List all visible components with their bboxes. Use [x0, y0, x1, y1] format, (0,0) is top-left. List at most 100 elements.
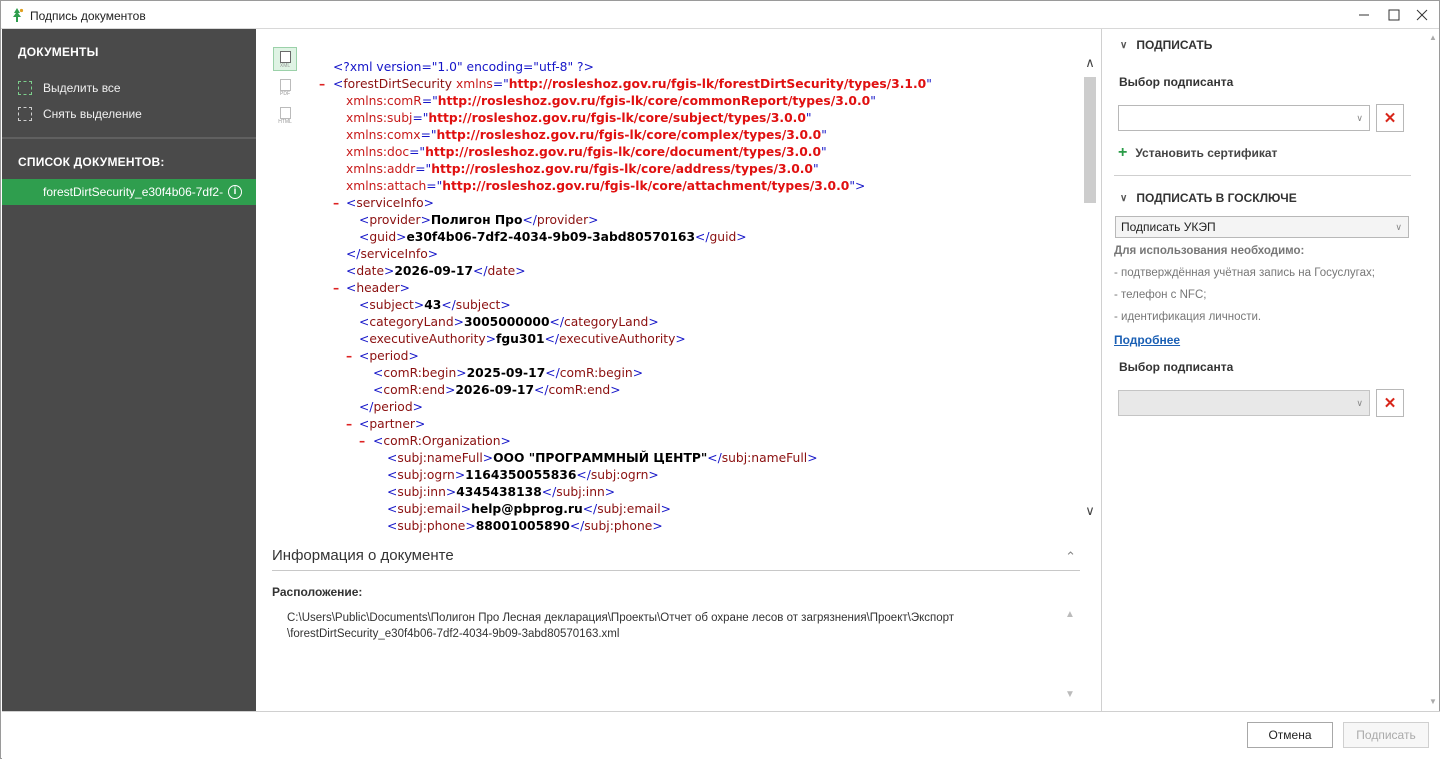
tab-xml[interactable]: XML [273, 47, 297, 71]
location-scroll-down-icon[interactable]: ▼ [1065, 689, 1075, 700]
window: Подпись документов ДОКУМЕНТЫ Выделить вс… [0, 0, 1440, 759]
xml-line: <guid>e30f4b06-7df2-4034-9b09-3abd805701… [359, 230, 747, 244]
scroll-up-icon[interactable]: ▲ [1429, 33, 1437, 42]
window-title: Подпись документов [30, 9, 146, 23]
requirement-item: - подтверждённая учётная запись на Госус… [1114, 267, 1375, 279]
minimize-button[interactable] [1349, 5, 1379, 25]
xml-view: <?xml version="1.0" encoding="utf-8" ?> … [317, 59, 1077, 535]
sign-panel: ∨ ПОДПИСАТЬ Выбор подписанта ∨ ✕ + Устан… [1102, 29, 1439, 711]
collapse-toggle[interactable]: – [346, 348, 356, 365]
scroll-down-icon[interactable]: ▼ [1429, 697, 1437, 706]
collapse-toggle[interactable]: – [333, 280, 343, 297]
close-icon [1416, 9, 1428, 21]
goskey-signer-label: Выбор подписанта [1119, 360, 1234, 374]
chevron-down-icon: ∨ [1395, 222, 1402, 232]
tab-pdf[interactable]: PDF [273, 75, 297, 99]
xml-line: <header> [346, 281, 410, 295]
xml-line: <serviceInfo> [346, 196, 434, 210]
xml-namespace: xmlns:doc="http://rosleshoz.gov.ru/fgis-… [346, 145, 827, 159]
document-list-item[interactable]: forestDirtSecurity_e30f4b06-7df2- i [2, 179, 256, 205]
close-button[interactable] [1407, 5, 1437, 25]
signer-select[interactable]: ∨ [1118, 105, 1370, 131]
chevron-down-icon: ∨ [1356, 398, 1363, 408]
location-label: Расположение: [272, 585, 363, 599]
maximize-button[interactable] [1379, 5, 1409, 25]
scroll-up-icon[interactable]: ∧ [1081, 53, 1099, 73]
clear-goskey-signer-button[interactable]: ✕ [1376, 389, 1404, 417]
xml-namespace: xmlns:comR="http://rosleshoz.gov.ru/fgis… [346, 94, 876, 108]
sidebar: ДОКУМЕНТЫ Выделить все Снять выделение С… [2, 29, 256, 711]
xml-line: <subj:phone>88001005890</subj:phone> [387, 519, 663, 533]
xml-line: <partner> [359, 417, 426, 431]
document-info-header[interactable]: Информация о документе ⌃ [272, 547, 1080, 571]
xml-line: <comR:end>2026-09-17</comR:end> [373, 383, 621, 397]
xml-line: <executiveAuthority>fgu301</executiveAut… [359, 332, 686, 346]
select-all-icon [18, 81, 32, 95]
xml-line: <comR:begin>2025-09-17</comR:begin> [373, 366, 643, 380]
xml-line: <provider>Полигон Про</provider> [359, 213, 599, 227]
scroll-down-icon[interactable]: ∨ [1081, 501, 1099, 521]
minimize-icon [1359, 14, 1369, 16]
select-all-button[interactable]: Выделить все [18, 79, 121, 97]
collapse-toggle[interactable]: – [319, 76, 329, 93]
goskey-section-header[interactable]: ∨ ПОДПИСАТЬ В ГОСКЛЮЧЕ [1120, 191, 1297, 205]
xml-line: <subj:inn>4345438138</subj:inn> [387, 485, 616, 499]
xml-scrollbar[interactable]: ∧ ∨ [1081, 45, 1099, 523]
xml-namespace: xmlns:comx="http://rosleshoz.gov.ru/fgis… [346, 128, 827, 142]
xml-file-icon [280, 51, 291, 63]
more-info-link[interactable]: Подробнее [1114, 333, 1180, 347]
app-icon [13, 8, 24, 22]
scroll-thumb[interactable] [1084, 77, 1096, 203]
document-viewer: XML PDF HTML <?xml version="1.0" encodin… [257, 29, 1099, 711]
xml-namespace: xmlns:addr="http://rosleshoz.gov.ru/fgis… [346, 162, 819, 176]
sign-section-header[interactable]: ∨ ПОДПИСАТЬ [1120, 38, 1212, 52]
collapse-chevron-icon[interactable]: ⌃ [1065, 549, 1076, 565]
sign-button[interactable]: Подписать [1343, 722, 1429, 748]
xml-line: <comR:Organization> [373, 434, 511, 448]
footer: Отмена Подписать [2, 711, 1440, 759]
document-info-title: Информация о документе [272, 547, 454, 564]
clear-signer-button[interactable]: ✕ [1376, 104, 1404, 132]
requirements-title: Для использования необходимо: [1114, 245, 1305, 257]
xml-namespace: xmlns:attach="http://rosleshoz.gov.ru/fg… [346, 179, 866, 193]
location-path: C:\Users\Public\Documents\Полигон Про Ле… [287, 612, 955, 640]
document-list-header: СПИСОК ДОКУМЕНТОВ: [18, 155, 165, 169]
collapse-toggle[interactable]: – [359, 433, 369, 450]
close-icon: ✕ [1383, 110, 1397, 127]
documents-header: ДОКУМЕНТЫ [18, 45, 99, 59]
collapse-toggle[interactable]: – [346, 416, 356, 433]
xml-line: <period> [359, 349, 419, 363]
goskey-signer-select[interactable]: ∨ [1118, 390, 1370, 416]
xml-namespace: xmlns:subj="http://rosleshoz.gov.ru/fgis… [346, 111, 812, 125]
document-name: forestDirtSecurity_e30f4b06-7df2- [43, 185, 224, 199]
close-icon: ✕ [1383, 395, 1397, 412]
deselect-button[interactable]: Снять выделение [18, 105, 142, 123]
install-certificate-button[interactable]: + Установить сертификат [1118, 144, 1277, 162]
collapse-toggle[interactable]: – [333, 195, 343, 212]
cancel-button[interactable]: Отмена [1247, 722, 1333, 748]
deselect-label: Снять выделение [43, 107, 142, 121]
tab-html[interactable]: HTML [273, 103, 297, 127]
xml-line: <subj:nameFull>ООО "ПРОГРАММНЫЙ ЦЕНТР"</… [387, 451, 818, 465]
xml-prolog: <?xml version="1.0" encoding="utf-8" ?> [333, 60, 594, 74]
chevron-down-icon: ∨ [1356, 113, 1363, 123]
xml-line: <subject>43</subject> [359, 298, 511, 312]
xml-line: <categoryLand>3005000000</categoryLand> [359, 315, 659, 329]
location-scroll-up-icon[interactable]: ▲ [1065, 609, 1075, 620]
xml-line: </serviceInfo> [346, 247, 439, 261]
goskey-mode-select[interactable]: Подписать УКЭП ∨ [1115, 216, 1409, 238]
sidebar-divider [2, 137, 256, 139]
signer-label: Выбор подписанта [1119, 75, 1234, 89]
title-bar: Подпись документов [1, 1, 1439, 29]
plus-icon: + [1118, 144, 1128, 161]
xml-line: <subj:ogrn>1164350055836</subj:ogrn> [387, 468, 659, 482]
xml-root-open: <forestDirtSecurity xmlns="http://rosles… [333, 77, 932, 91]
deselect-icon [18, 107, 32, 121]
info-icon[interactable]: i [228, 185, 242, 199]
maximize-icon [1388, 9, 1400, 21]
right-panel-scrollbar[interactable]: ▲ ▼ [1429, 31, 1439, 709]
requirement-item: - телефон с NFC; [1114, 289, 1207, 301]
xml-line: <subj:email>help@pbprog.ru</subj:email> [387, 502, 671, 516]
chevron-down-icon: ∨ [1120, 192, 1128, 204]
select-all-label: Выделить все [43, 81, 121, 95]
